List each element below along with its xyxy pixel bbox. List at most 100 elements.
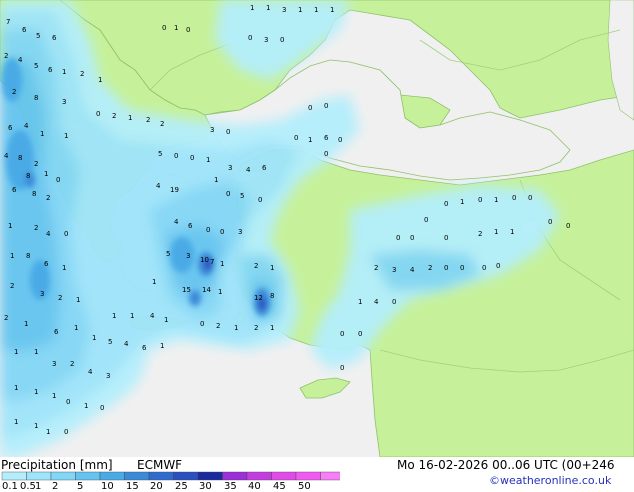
precip-value-label: 6 bbox=[54, 328, 59, 336]
legend-tick-label: 1 bbox=[35, 481, 42, 492]
precip-value-label: 2 bbox=[4, 52, 8, 60]
precip-value-label: 4 bbox=[24, 122, 29, 130]
precip-value-label: 12 bbox=[254, 294, 263, 302]
precip-value-label: 6 bbox=[22, 26, 27, 34]
precip-value-label: 4 bbox=[124, 340, 129, 348]
precip-value-label: 0 bbox=[528, 194, 532, 202]
precip-value-label: 5 bbox=[240, 192, 244, 200]
precip-value-label: 0 bbox=[444, 234, 448, 242]
legend-tick-label: 20 bbox=[150, 481, 163, 492]
precip-value-label: 1 bbox=[34, 422, 38, 430]
precip-value-label: 0 bbox=[324, 102, 328, 110]
legend-swatch bbox=[148, 471, 174, 481]
precip-value-label: 0 bbox=[482, 264, 486, 272]
precip-value-label: 3 bbox=[210, 126, 214, 134]
precip-value-label: 0 bbox=[340, 364, 344, 372]
precip-value-label: 0 bbox=[174, 152, 178, 160]
precip-value-label: 1 bbox=[270, 324, 274, 332]
precip-value-label: 1 bbox=[8, 222, 12, 230]
precip-value-label: 0 bbox=[190, 154, 194, 162]
precip-value-label: 1 bbox=[74, 324, 78, 332]
precip-value-label: 1 bbox=[298, 6, 302, 14]
precip-value-label: 1 bbox=[314, 6, 318, 14]
legend-tick-label: 0.1 bbox=[2, 481, 18, 492]
precip-value-label: 0 bbox=[64, 428, 68, 436]
precip-value-label: 2 bbox=[4, 314, 8, 322]
precip-value-label: 6 bbox=[324, 134, 329, 142]
precip-value-label: 5 bbox=[108, 338, 112, 346]
precip-value-label: 6 bbox=[44, 260, 49, 268]
precip-value-label: 1 bbox=[270, 264, 274, 272]
precip-value-label: 7 bbox=[6, 18, 10, 26]
legend-tick-label: 50 bbox=[298, 481, 311, 492]
precip-value-label: 6 bbox=[188, 222, 193, 230]
precip-value-label: 1 bbox=[10, 252, 14, 260]
precip-value-label: 1 bbox=[152, 278, 156, 286]
precip-value-label: 1 bbox=[128, 114, 132, 122]
precip-value-label: 2 bbox=[34, 224, 38, 232]
legend-swatch bbox=[50, 471, 76, 481]
precip-value-label: 1 bbox=[46, 428, 50, 436]
precip-value-label: 4 bbox=[4, 152, 9, 160]
precip-value-label: 3 bbox=[282, 6, 286, 14]
precip-value-label: 1 bbox=[214, 176, 218, 184]
precip-value-label: 0 bbox=[280, 36, 284, 44]
precip-value-label: 0 bbox=[294, 134, 298, 142]
precip-value-label: 1 bbox=[112, 312, 116, 320]
precip-value-label: 1 bbox=[62, 264, 66, 272]
precip-value-label: 2 bbox=[46, 194, 50, 202]
precip-value-label: 2 bbox=[34, 160, 38, 168]
precip-value-label: 1 bbox=[14, 384, 18, 392]
precip-value-label: 4 bbox=[174, 218, 179, 226]
legend-swatch bbox=[26, 471, 52, 481]
precip-value-label: 10 bbox=[200, 256, 209, 264]
precip-value-label: 0 bbox=[340, 330, 344, 338]
legend-swatch bbox=[246, 471, 272, 481]
precip-value-label: 0 bbox=[258, 196, 262, 204]
legend-swatch bbox=[222, 471, 248, 481]
precip-value-label: 3 bbox=[186, 252, 190, 260]
legend-swatch bbox=[197, 471, 223, 481]
precip-value-label: 5 bbox=[34, 62, 38, 70]
precip-value-label: 8 bbox=[26, 252, 30, 260]
precip-value-label: 6 bbox=[12, 186, 17, 194]
precip-value-label: 2 bbox=[160, 120, 164, 128]
precip-value-label: 2 bbox=[478, 230, 482, 238]
precip-value-label: 1 bbox=[14, 418, 18, 426]
precip-value-label: 4 bbox=[88, 368, 93, 376]
precip-value-label: 2 bbox=[254, 262, 258, 270]
precip-value-label: 0 bbox=[548, 218, 552, 226]
precip-value-label: 2 bbox=[428, 264, 432, 272]
precip-value-label: 6 bbox=[8, 124, 13, 132]
precip-value-label: 4 bbox=[46, 230, 51, 238]
precipitation-map: 765 62 45 6 1 2128 30 2 1 2 26 41 13 05 0 0 14 828 106 8 24 1… bbox=[0, 0, 634, 457]
precip-value-label: 1 bbox=[14, 348, 18, 356]
precip-value-label: 3 bbox=[40, 290, 44, 298]
precip-value-label: 2 bbox=[80, 70, 84, 78]
model-name: ECMWF bbox=[137, 458, 183, 472]
precip-value-label: 1 bbox=[494, 196, 498, 204]
credit-text: ©weatheronline.co.uk bbox=[489, 474, 612, 487]
precip-value-label: 8 bbox=[18, 154, 22, 162]
precip-value-label: 6 bbox=[142, 344, 147, 352]
legend-tick-label: 45 bbox=[273, 481, 286, 492]
precip-value-label: 5 bbox=[36, 32, 40, 40]
precip-value-label: 5 bbox=[166, 250, 170, 258]
precip-value-label: 1 bbox=[64, 132, 68, 140]
precip-value-label: 0 bbox=[220, 228, 224, 236]
precip-value-label: 1 bbox=[98, 76, 102, 84]
precip-value-label: 1 bbox=[160, 342, 164, 350]
legend-swatch bbox=[173, 471, 199, 481]
precip-value-label: 3 bbox=[62, 98, 66, 106]
precip-value-label: 0 bbox=[512, 194, 516, 202]
precip-value-label: 1 bbox=[460, 198, 464, 206]
legend-swatch bbox=[99, 471, 125, 481]
precip-value-label: 2 bbox=[70, 360, 74, 368]
precip-value-label: 4 bbox=[18, 56, 23, 64]
precip-value-label: 0 bbox=[444, 200, 448, 208]
precip-value-label: 15 bbox=[182, 286, 191, 294]
precip-value-label: 0 bbox=[100, 404, 104, 412]
precip-value-label: 0 bbox=[478, 196, 482, 204]
legend-swatch bbox=[75, 471, 101, 481]
precip-value-label: 1 bbox=[510, 228, 514, 236]
